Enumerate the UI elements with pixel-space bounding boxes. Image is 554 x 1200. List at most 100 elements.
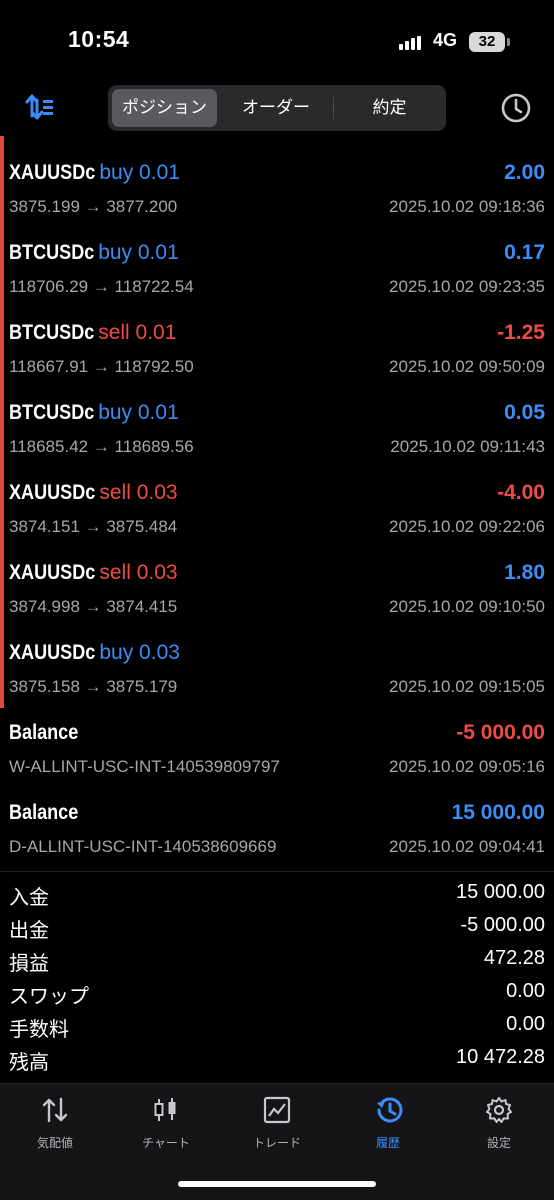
summary-label: 出金 bbox=[9, 920, 49, 942]
segment-divider bbox=[333, 97, 334, 119]
network-type: 4G bbox=[433, 30, 458, 50]
summary-deposit: 入金 15 000.00 bbox=[0, 877, 554, 910]
summary-value: 10 472.28 bbox=[456, 1046, 545, 1068]
home-indicator bbox=[178, 1181, 376, 1187]
deal-row[interactable]: Balance 15 000.00 D-ALLINT-USC-INT-1405386… bbox=[0, 776, 554, 856]
tab-trade[interactable]: トレード bbox=[222, 1084, 332, 1164]
deal-prices: 118706.29 → 118722.54 bbox=[9, 277, 194, 296]
summary-balance: 残高 10 472.28 bbox=[0, 1042, 554, 1075]
deal-profit: 0.05 bbox=[504, 401, 545, 424]
summary-label: 手数料 bbox=[9, 1019, 69, 1041]
deal-symbol: BTCUSDc bbox=[9, 401, 95, 424]
deal-time: 2025.10.02 09:15:05 bbox=[389, 677, 545, 696]
deal-time: 2025.10.02 09:50:09 bbox=[389, 357, 545, 376]
deal-time: 2025.10.02 09:23:35 bbox=[389, 277, 545, 296]
deal-prices: D-ALLINT-USC-INT-140538609669 bbox=[9, 837, 277, 856]
top-nav: ポジション オーダー 約定 bbox=[0, 80, 554, 136]
deal-symbol: XAUUSDc bbox=[9, 161, 96, 184]
deal-row[interactable]: XAUUSDc sell 0.03 -4.00 3874.151 → 3875.484… bbox=[0, 456, 554, 536]
tab-positions[interactable]: ポジション bbox=[112, 89, 217, 127]
quotes-arrows-icon bbox=[42, 1097, 68, 1123]
trade-chart-icon bbox=[263, 1096, 291, 1124]
deal-row[interactable]: XAUUSDc sell 0.03 1.80 3874.998 → 3874.415 2… bbox=[0, 536, 554, 616]
deal-title: BTCUSDc buy 0.01 bbox=[9, 401, 179, 425]
deal-row[interactable]: Balance -5 000.00 W-ALLINT-USC-INT-1405398… bbox=[0, 696, 554, 776]
deal-time: 2025.10.02 09:05:16 bbox=[389, 757, 545, 776]
deal-prices: 118667.91 → 118792.50 bbox=[9, 357, 194, 376]
deal-prices: 3874.998 → 3874.415 bbox=[9, 597, 178, 616]
deal-title: XAUUSDc buy 0.03 bbox=[9, 641, 180, 665]
deal-side: sell 0.03 bbox=[99, 481, 178, 504]
deal-time: 2025.10.02 09:10:50 bbox=[389, 597, 545, 616]
summary-value: 472.28 bbox=[483, 947, 545, 969]
summary-label: 入金 bbox=[9, 887, 49, 909]
deal-row[interactable]: BTCUSDc buy 0.01 0.17 118706.29 → 118722.54… bbox=[0, 216, 554, 296]
history-clock-icon bbox=[377, 1097, 403, 1123]
tab-label: 履歴 bbox=[375, 1136, 400, 1150]
deal-time: 2025.10.02 09:04:41 bbox=[389, 837, 545, 856]
deal-title: Balance bbox=[9, 801, 80, 825]
tab-deals[interactable]: 約定 bbox=[337, 89, 442, 127]
status-bar: 10:54 4G 32 bbox=[0, 0, 554, 80]
deal-symbol: XAUUSDc bbox=[9, 641, 96, 664]
gear-icon bbox=[486, 1097, 512, 1123]
deal-symbol: BTCUSDc bbox=[9, 321, 95, 344]
deal-side: buy 0.03 bbox=[99, 641, 180, 664]
tab-label: 設定 bbox=[486, 1136, 511, 1150]
deal-profit: -1.25 bbox=[497, 321, 545, 344]
deal-title: BTCUSDc buy 0.01 bbox=[9, 241, 179, 265]
tab-label: トレード bbox=[252, 1136, 301, 1150]
summary-label: スワップ bbox=[9, 986, 89, 1008]
deal-prices: 3874.151 → 3875.484 bbox=[9, 517, 178, 536]
deal-row[interactable]: BTCUSDc sell 0.01 -1.25 118667.91 → 118792.… bbox=[0, 296, 554, 376]
deal-side: sell 0.03 bbox=[99, 561, 178, 584]
deal-symbol: Balance bbox=[9, 801, 79, 824]
deal-list: XAUUSDc buy 0.01 2.00 3875.199 → 3877.200 20… bbox=[0, 136, 554, 856]
tab-orders[interactable]: オーダー bbox=[223, 89, 329, 127]
tab-settings[interactable]: 設定 bbox=[444, 1084, 554, 1164]
deal-prices: 3875.199 → 3877.200 bbox=[9, 197, 178, 216]
deal-profit: 2.00 bbox=[504, 161, 545, 184]
summary-value: 0.00 bbox=[506, 1013, 545, 1035]
clock-icon[interactable] bbox=[500, 92, 532, 124]
battery-tip bbox=[507, 38, 510, 46]
deal-prices: 3875.158 → 3875.179 bbox=[9, 677, 178, 696]
tab-chart[interactable]: チャート bbox=[111, 1084, 221, 1164]
deal-side: sell 0.01 bbox=[98, 321, 177, 344]
deal-profit: 15 000.00 bbox=[451, 801, 545, 824]
signal-strength-icon bbox=[399, 36, 425, 50]
candlestick-icon bbox=[154, 1098, 176, 1121]
deal-title: XAUUSDc sell 0.03 bbox=[9, 481, 178, 505]
deal-row[interactable]: BTCUSDc buy 0.01 0.05 118685.42 → 118689.56… bbox=[0, 376, 554, 456]
deal-prices: 118685.42 → 118689.56 bbox=[9, 437, 194, 456]
deal-title: BTCUSDc sell 0.01 bbox=[9, 321, 176, 345]
summary-commission: 手数料 0.00 bbox=[0, 1009, 554, 1042]
deal-symbol: BTCUSDc bbox=[9, 241, 95, 264]
deal-profit: -5 000.00 bbox=[456, 721, 545, 744]
deal-row[interactable]: XAUUSDc buy 0.01 2.00 3875.199 → 3877.200 20… bbox=[0, 136, 554, 216]
deal-title: XAUUSDc sell 0.03 bbox=[9, 561, 178, 585]
tab-history[interactable]: 履歴 bbox=[333, 1084, 443, 1164]
deal-symbol: Balance bbox=[9, 721, 79, 744]
deal-profit: -4.00 bbox=[497, 481, 545, 504]
tab-quotes[interactable]: 気配値 bbox=[0, 1084, 110, 1164]
summary-value: 15 000.00 bbox=[456, 881, 545, 903]
deal-title: Balance bbox=[9, 721, 80, 745]
deal-row[interactable]: XAUUSDc buy 0.03 3875.158 → 3875.179 2025.1… bbox=[0, 616, 554, 696]
deal-symbol: XAUUSDc bbox=[9, 561, 96, 584]
summary-withdrawal: 出金 -5 000.00 bbox=[0, 910, 554, 943]
segmented-control: ポジション オーダー 約定 bbox=[108, 85, 446, 131]
summary-label: 残高 bbox=[9, 1052, 49, 1074]
deal-side: buy 0.01 bbox=[98, 401, 179, 424]
deal-profit: 1.80 bbox=[504, 561, 545, 584]
tab-label: チャート bbox=[142, 1136, 190, 1150]
deal-symbol: XAUUSDc bbox=[9, 481, 96, 504]
sort-icon[interactable] bbox=[24, 92, 54, 122]
summary-profit: 損益 472.28 bbox=[0, 943, 554, 976]
status-time: 10:54 bbox=[68, 26, 130, 52]
deal-time: 2025.10.02 09:11:43 bbox=[390, 437, 545, 456]
deal-side: buy 0.01 bbox=[99, 161, 180, 184]
deal-prices: W-ALLINT-USC-INT-140539809797 bbox=[9, 757, 280, 776]
summary-section: 入金 15 000.00 出金 -5 000.00 損益 472.28 スワップ… bbox=[0, 877, 554, 1075]
summary-value: 0.00 bbox=[506, 980, 545, 1002]
